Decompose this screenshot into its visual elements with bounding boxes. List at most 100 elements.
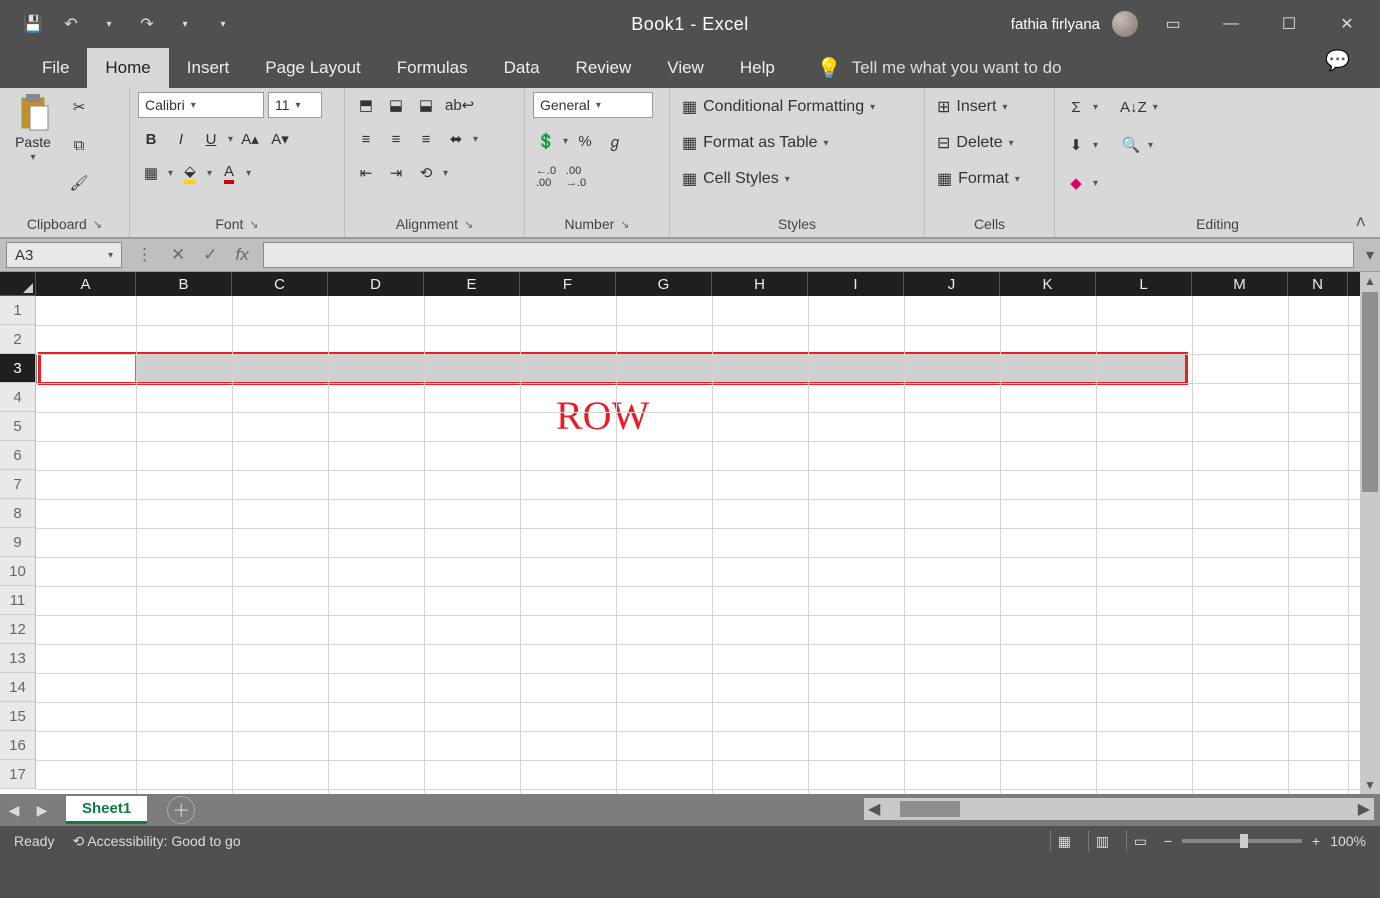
format-painter-button[interactable]: 🖌	[66, 170, 92, 196]
row-header-4[interactable]: 4	[0, 383, 36, 412]
align-top-button[interactable]: ⬒	[353, 92, 379, 118]
increase-decimal-button[interactable]: ←.0.00	[533, 164, 559, 190]
format-cells-button[interactable]: ▦Format▾	[933, 166, 1024, 192]
shrink-font-button[interactable]: A▾	[267, 126, 293, 152]
scroll-down-icon[interactable]: ▼	[1360, 776, 1380, 794]
delete-cells-button[interactable]: ⊟Delete▾	[933, 130, 1024, 156]
fx-cancel-icon[interactable]: ✕	[171, 245, 185, 265]
name-box[interactable]: A3▾	[6, 242, 122, 268]
expand-fx-icon[interactable]: ▾	[1360, 245, 1380, 265]
clear-button[interactable]: ◆	[1063, 170, 1089, 196]
minimize-icon[interactable]: —	[1208, 9, 1254, 39]
view-page-break-button[interactable]: ▭	[1126, 830, 1154, 852]
format-as-table-button[interactable]: ▦Format as Table▾	[678, 130, 879, 156]
row-header-15[interactable]: 15	[0, 702, 36, 731]
insert-cells-button[interactable]: ⊞Insert▾	[933, 94, 1024, 120]
row-header-11[interactable]: 11	[0, 586, 36, 615]
font-name-combo[interactable]: Calibri▾	[138, 92, 264, 118]
row-header-5[interactable]: 5	[0, 412, 36, 441]
status-accessibility[interactable]: ⟲ Accessibility: Good to go	[72, 833, 240, 850]
tell-me-search[interactable]: 💡 Tell me what you want to do	[817, 48, 1062, 88]
qat-undo-dd[interactable]: ▾	[94, 9, 124, 39]
find-select-button[interactable]: 🔍	[1118, 132, 1144, 158]
collapse-ribbon-icon[interactable]: ˄	[1355, 212, 1366, 233]
col-header-K[interactable]: K	[1000, 272, 1096, 296]
qat-save[interactable]: 💾	[18, 9, 48, 39]
accounting-button[interactable]: 💲	[533, 128, 559, 154]
row-header-6[interactable]: 6	[0, 441, 36, 470]
paste-button[interactable]: Paste ▾	[8, 92, 58, 163]
wrap-text-button[interactable]: ab↩	[443, 92, 476, 118]
view-normal-button[interactable]: ▦	[1050, 830, 1078, 852]
menu-formulas[interactable]: Formulas	[379, 48, 486, 88]
decrease-decimal-button[interactable]: .00→.0	[563, 164, 589, 190]
borders-button[interactable]: ▦	[138, 160, 164, 186]
zoom-in-button[interactable]: +	[1312, 833, 1320, 849]
avatar[interactable]	[1112, 11, 1138, 37]
menu-view[interactable]: View	[649, 48, 722, 88]
col-header-A[interactable]: A	[36, 272, 136, 296]
scroll-left-icon[interactable]: ◀	[864, 799, 884, 819]
col-header-J[interactable]: J	[904, 272, 1000, 296]
sheet-nav-next[interactable]: ▶	[28, 802, 56, 819]
row-header-10[interactable]: 10	[0, 557, 36, 586]
scroll-up-icon[interactable]: ▲	[1360, 272, 1380, 290]
row-header-9[interactable]: 9	[0, 528, 36, 557]
menu-data[interactable]: Data	[486, 48, 558, 88]
align-right-button[interactable]: ≡	[413, 126, 439, 152]
autosum-button[interactable]: Σ	[1063, 94, 1089, 120]
row-header-3[interactable]: 3	[0, 354, 36, 383]
menu-help[interactable]: Help	[722, 48, 793, 88]
vscroll-thumb[interactable]	[1362, 292, 1378, 492]
zoom-slider[interactable]	[1182, 839, 1302, 843]
fill-button[interactable]: ⬇	[1063, 132, 1089, 158]
copy-button[interactable]: ⧉	[66, 132, 92, 158]
menu-file[interactable]: File	[24, 48, 87, 88]
fx-icon[interactable]: fx	[236, 245, 249, 265]
col-header-F[interactable]: F	[520, 272, 616, 296]
scroll-right-icon[interactable]: ▶	[1354, 799, 1374, 819]
grow-font-button[interactable]: A▴	[237, 126, 263, 152]
ribbon-display-options-icon[interactable]: ▭	[1150, 9, 1196, 39]
comments-icon[interactable]: 💬	[1325, 48, 1350, 88]
align-center-button[interactable]: ≡	[383, 126, 409, 152]
menu-home[interactable]: Home	[87, 48, 168, 88]
col-header-I[interactable]: I	[808, 272, 904, 296]
qat-undo[interactable]: ↶	[56, 9, 86, 39]
indent-button[interactable]: ⇥	[383, 160, 409, 186]
hscroll-thumb[interactable]	[900, 801, 960, 817]
col-header-G[interactable]: G	[616, 272, 712, 296]
font-launcher-icon[interactable]: ↘	[249, 218, 258, 231]
menu-insert[interactable]: Insert	[169, 48, 248, 88]
add-sheet-button[interactable]: ＋	[167, 796, 195, 824]
row-header-2[interactable]: 2	[0, 325, 36, 354]
align-middle-button[interactable]: ⬓	[383, 92, 409, 118]
row-header-7[interactable]: 7	[0, 470, 36, 499]
align-left-button[interactable]: ≡	[353, 126, 379, 152]
cell-styles-button[interactable]: ▦Cell Styles▾	[678, 166, 879, 192]
percent-button[interactable]: %	[572, 128, 598, 154]
col-header-M[interactable]: M	[1192, 272, 1288, 296]
row-header-12[interactable]: 12	[0, 615, 36, 644]
font-color-button[interactable]: A	[216, 160, 242, 186]
clipboard-launcher-icon[interactable]: ↘	[93, 218, 102, 231]
number-format-combo[interactable]: General▾	[533, 92, 653, 118]
col-header-C[interactable]: C	[232, 272, 328, 296]
close-icon[interactable]: ✕	[1324, 9, 1370, 39]
qat-redo-dd[interactable]: ▾	[170, 9, 200, 39]
italic-button[interactable]: I	[168, 126, 194, 152]
alignment-launcher-icon[interactable]: ↘	[464, 218, 473, 231]
horizontal-scrollbar[interactable]: ◀ ▶	[864, 798, 1374, 820]
bold-button[interactable]: B	[138, 126, 164, 152]
row-header-14[interactable]: 14	[0, 673, 36, 702]
qat-redo[interactable]: ↷	[132, 9, 162, 39]
view-page-layout-button[interactable]: ▥	[1088, 830, 1116, 852]
col-header-N[interactable]: N	[1288, 272, 1348, 296]
sheet-nav-prev[interactable]: ◀	[0, 802, 28, 819]
row-header-13[interactable]: 13	[0, 644, 36, 673]
col-header-L[interactable]: L	[1096, 272, 1192, 296]
col-header-D[interactable]: D	[328, 272, 424, 296]
conditional-formatting-button[interactable]: ▦Conditional Formatting▾	[678, 94, 879, 120]
fill-color-button[interactable]: ⬙	[177, 160, 203, 186]
zoom-level[interactable]: 100%	[1330, 833, 1366, 849]
